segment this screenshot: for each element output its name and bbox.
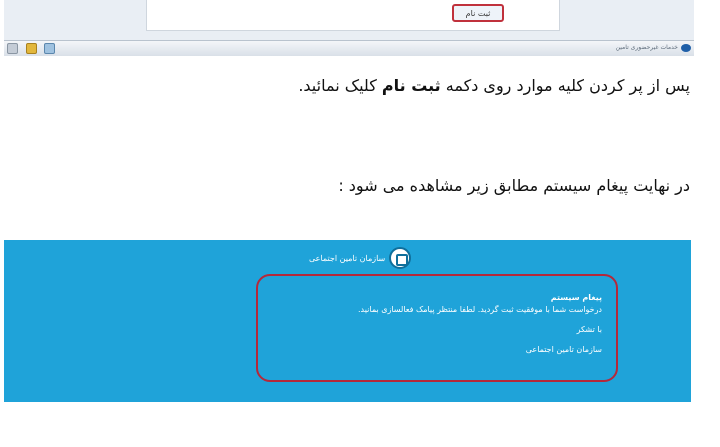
register-button[interactable]: ثبت نام bbox=[452, 4, 504, 22]
home-icon[interactable] bbox=[44, 43, 55, 54]
computer-icon[interactable] bbox=[7, 43, 18, 54]
instruction-paragraph-2: در نهایت پیغام سیستم مطابق زیر مشاهده می… bbox=[338, 176, 690, 195]
message-title: پیغام سیستم bbox=[550, 293, 602, 302]
instruction-1-after: کلیک نمائید. bbox=[298, 76, 382, 95]
instruction-paragraph-1: پس از پر کردن کلیه موارد روی دکمه ثبت نا… bbox=[298, 76, 690, 95]
form-area: ثبت نام bbox=[146, 0, 560, 31]
form-screenshot: ثبت نام خدمات غیرحضوری تامین bbox=[4, 0, 694, 56]
instruction-1-before: پس از پر کردن کلیه موارد روی دکمه bbox=[440, 76, 690, 95]
message-thanks: با تشکر bbox=[576, 325, 602, 334]
message-signature: سازمان تامین اجتماعی bbox=[525, 345, 602, 354]
instruction-1-bold: ثبت نام bbox=[381, 76, 441, 95]
app-logo-icon bbox=[681, 44, 691, 52]
taskbar-label: خدمات غیرحضوری تامین bbox=[615, 44, 678, 51]
org-name: سازمان تامین اجتماعی bbox=[309, 253, 386, 263]
taskbar: خدمات غیرحضوری تامین bbox=[4, 40, 694, 56]
org-emblem-icon bbox=[389, 247, 412, 269]
message-screenshot: سازمان تامین اجتماعی پیغام سیستم درخواست… bbox=[4, 240, 691, 402]
org-logo: سازمان تامین اجتماعی bbox=[309, 246, 412, 270]
message-body: درخواست شما با موفقیت ثبت گردید. لطفا من… bbox=[358, 305, 602, 314]
system-message-box: پیغام سیستم درخواست شما با موفقیت ثبت گر… bbox=[256, 274, 618, 382]
message-lines: پیغام سیستم درخواست شما با موفقیت ثبت گر… bbox=[358, 292, 602, 356]
folder-icon[interactable] bbox=[26, 43, 37, 54]
